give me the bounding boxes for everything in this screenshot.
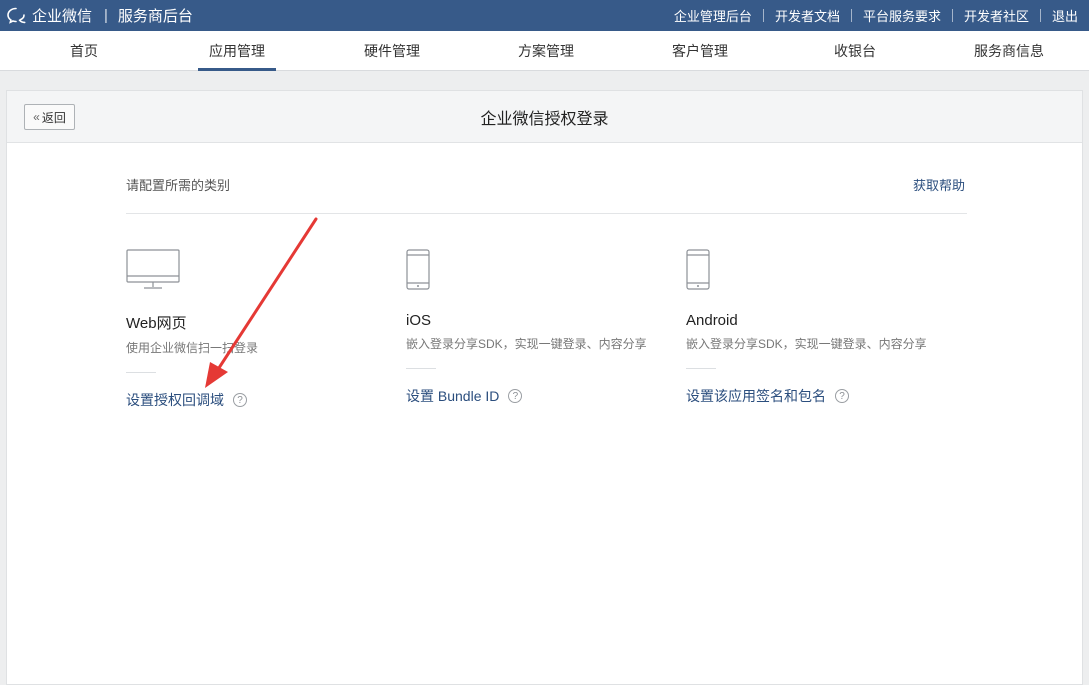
tab-app-management[interactable]: 应用管理 [182, 31, 292, 71]
brand-sub: 服务商后台 [117, 8, 193, 25]
card-divider [686, 368, 716, 369]
page-title: 企业微信授权登录 [480, 111, 609, 128]
brand-name: 企业微信 [32, 8, 93, 25]
tab-hardware-management[interactable]: 硬件管理 [337, 31, 447, 71]
config-prompt: 请配置所需的类别 [126, 178, 231, 193]
auth-login-panel: 企业微信授权登录 « 返回 请配置所需的类别 获取帮助 Web网页 使用企业微信… [6, 90, 1083, 685]
brand[interactable]: 企业微信 | 服务商后台 [6, 0, 193, 31]
card-action: 设置授权回调域 ? [126, 390, 386, 410]
platform-name: Web网页 [126, 315, 187, 332]
set-signature-package-link[interactable]: 设置该应用签名和包名 [686, 386, 826, 406]
platform-card-web: Web网页 使用企业微信扫一扫登录 设置授权回调域 ? [126, 249, 386, 410]
platform-card-ios: iOS 嵌入登录分享SDK，实现一键登录、内容分享 设置 Bundle ID ? [406, 249, 666, 406]
brand-separator: | [104, 7, 108, 24]
top-links: 企业管理后台 开发者文档 平台服务要求 开发者社区 退出 [663, 0, 1089, 31]
tab-provider-info[interactable]: 服务商信息 [954, 31, 1064, 71]
back-button[interactable]: « 返回 [24, 104, 75, 130]
tab-cashier[interactable]: 收银台 [800, 31, 910, 71]
back-label: 返回 [41, 110, 66, 125]
help-question-icon[interactable]: ? [233, 393, 247, 407]
platform-name: iOS [406, 312, 432, 329]
help-question-icon[interactable]: ? [835, 389, 849, 403]
panel-header: 企业微信授权登录 « 返回 [7, 91, 1082, 143]
card-divider [406, 368, 436, 369]
section-divider [126, 213, 967, 214]
wecom-logo-icon [7, 7, 26, 24]
logout-link[interactable]: 退出 [1041, 6, 1089, 25]
main-nav: 首页 应用管理 硬件管理 方案管理 客户管理 收银台 服务商信息 [0, 31, 1089, 71]
set-callback-domain-link[interactable]: 设置授权回调域 [126, 390, 224, 410]
platform-name: Android [686, 312, 738, 329]
monitor-icon [126, 249, 386, 294]
set-bundle-id-link[interactable]: 设置 Bundle ID [406, 386, 499, 406]
phone-icon [406, 249, 666, 294]
developer-docs-link[interactable]: 开发者文档 [764, 6, 851, 25]
enterprise-admin-link[interactable]: 企业管理后台 [663, 6, 763, 25]
platform-card-android: Android 嵌入登录分享SDK，实现一键登录、内容分享 设置该应用签名和包名… [686, 249, 946, 406]
card-action: 设置该应用签名和包名 ? [686, 386, 946, 406]
get-help-link[interactable]: 获取帮助 [913, 175, 965, 194]
phone-icon [686, 249, 946, 294]
tab-customer-management[interactable]: 客户管理 [645, 31, 755, 71]
double-chevron-left-icon: « [33, 110, 40, 124]
platform-requirements-link[interactable]: 平台服务要求 [852, 6, 952, 25]
platform-desc: 嵌入登录分享SDK，实现一键登录、内容分享 [686, 337, 927, 351]
card-action: 设置 Bundle ID ? [406, 386, 666, 406]
help-question-icon[interactable]: ? [508, 389, 523, 403]
platform-desc: 使用企业微信扫一扫登录 [126, 341, 259, 355]
tab-home[interactable]: 首页 [29, 31, 139, 71]
developer-community-link[interactable]: 开发者社区 [953, 6, 1040, 25]
card-divider [126, 372, 156, 373]
top-bar: 企业微信 | 服务商后台 企业管理后台 开发者文档 平台服务要求 开发者社区 退… [0, 0, 1089, 31]
tab-solution-management[interactable]: 方案管理 [491, 31, 601, 71]
platform-desc: 嵌入登录分享SDK，实现一键登录、内容分享 [406, 337, 647, 351]
